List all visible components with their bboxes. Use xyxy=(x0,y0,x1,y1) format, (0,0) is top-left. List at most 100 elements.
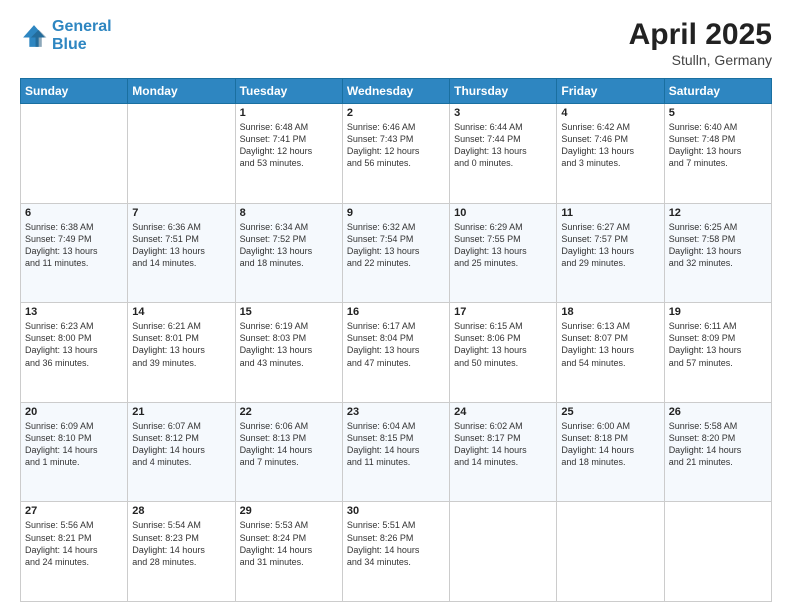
weekday-header-friday: Friday xyxy=(557,79,664,104)
calendar-cell: 23 Sunrise: 6:04 AM Sunset: 8:15 PM Dayli… xyxy=(342,402,449,502)
weekday-header-thursday: Thursday xyxy=(450,79,557,104)
day-number: 6 xyxy=(25,207,123,219)
day-number: 11 xyxy=(561,207,659,219)
day-number: 23 xyxy=(347,406,445,418)
calendar-week-3: 20Sunrise: 6:09 AM Sunset: 8:10 PM Dayli… xyxy=(21,402,772,502)
calendar-cell: 15Sunrise: 6:19 AM Sunset: 8:03 PM Dayli… xyxy=(235,303,342,403)
day-number: 16 xyxy=(347,306,445,318)
calendar-week-4: 27Sunrise: 5:56 AM Sunset: 8:21 PM Dayli… xyxy=(21,502,772,602)
calendar-cell: 10 Sunrise: 6:29 AM Sunset: 7:55 PM Dayli… xyxy=(450,203,557,303)
logo: General Blue xyxy=(20,18,112,53)
calendar-cell: 29Sunrise: 5:53 AM Sunset: 8:24 PM Dayli… xyxy=(235,502,342,602)
calendar-cell: 11 Sunrise: 6:27 AM Sunset: 7:57 PM Dayli… xyxy=(557,203,664,303)
day-number: 26 xyxy=(669,406,767,418)
day-info: Sunrise: 6:04 AM Sunset: 8:15 PM Dayligh… xyxy=(347,420,445,469)
calendar-cell: 13Sunrise: 6:23 AM Sunset: 8:00 PM Dayli… xyxy=(21,303,128,403)
calendar-cell: 8 Sunrise: 6:34 AM Sunset: 7:52 PM Daylig… xyxy=(235,203,342,303)
calendar-cell xyxy=(450,502,557,602)
day-info: Sunrise: 6:09 AM Sunset: 8:10 PM Dayligh… xyxy=(25,420,123,469)
logo-icon xyxy=(20,22,48,50)
day-info: Sunrise: 6:07 AM Sunset: 8:12 PM Dayligh… xyxy=(132,420,230,469)
header: General Blue April 2025 Stulln, Germany xyxy=(20,18,772,68)
day-number: 25 xyxy=(561,406,659,418)
calendar-cell: 7Sunrise: 6:36 AM Sunset: 7:51 PM Daylig… xyxy=(128,203,235,303)
day-number: 4 xyxy=(561,107,659,119)
day-info: Sunrise: 5:58 AM Sunset: 8:20 PM Dayligh… xyxy=(669,420,767,469)
day-number: 7 xyxy=(132,207,230,219)
calendar-cell: 30Sunrise: 5:51 AM Sunset: 8:26 PM Dayli… xyxy=(342,502,449,602)
calendar-cell: 4 Sunrise: 6:42 AM Sunset: 7:46 PM Daylig… xyxy=(557,104,664,204)
calendar-table: SundayMondayTuesdayWednesdayThursdayFrid… xyxy=(20,78,772,602)
day-number: 21 xyxy=(132,406,230,418)
calendar-cell: 25 Sunrise: 6:00 AM Sunset: 8:18 PM Dayli… xyxy=(557,402,664,502)
day-number: 14 xyxy=(132,306,230,318)
calendar-cell: 3 Sunrise: 6:44 AM Sunset: 7:44 PM Daylig… xyxy=(450,104,557,204)
day-info: Sunrise: 5:54 AM Sunset: 8:23 PM Dayligh… xyxy=(132,519,230,568)
calendar-cell: 16 Sunrise: 6:17 AM Sunset: 8:04 PM Dayli… xyxy=(342,303,449,403)
calendar-cell xyxy=(557,502,664,602)
calendar-cell xyxy=(128,104,235,204)
day-info: Sunrise: 6:38 AM Sunset: 7:49 PM Dayligh… xyxy=(25,221,123,270)
day-number: 5 xyxy=(669,107,767,119)
day-number: 2 xyxy=(347,107,445,119)
calendar-cell: 26 Sunrise: 5:58 AM Sunset: 8:20 PM Dayli… xyxy=(664,402,771,502)
calendar-cell: 6 Sunrise: 6:38 AM Sunset: 7:49 PM Daylig… xyxy=(21,203,128,303)
calendar-week-2: 13Sunrise: 6:23 AM Sunset: 8:00 PM Dayli… xyxy=(21,303,772,403)
calendar-week-0: 1Sunrise: 6:48 AM Sunset: 7:41 PM Daylig… xyxy=(21,104,772,204)
day-info: Sunrise: 5:56 AM Sunset: 8:21 PM Dayligh… xyxy=(25,519,123,568)
day-info: Sunrise: 5:53 AM Sunset: 8:24 PM Dayligh… xyxy=(240,519,338,568)
day-info: Sunrise: 6:29 AM Sunset: 7:55 PM Dayligh… xyxy=(454,221,552,270)
logo-blue: Blue xyxy=(52,36,87,53)
day-number: 17 xyxy=(454,306,552,318)
day-info: Sunrise: 6:44 AM Sunset: 7:44 PM Dayligh… xyxy=(454,121,552,170)
day-info: Sunrise: 6:32 AM Sunset: 7:54 PM Dayligh… xyxy=(347,221,445,270)
day-info: Sunrise: 6:17 AM Sunset: 8:04 PM Dayligh… xyxy=(347,320,445,369)
day-number: 9 xyxy=(347,207,445,219)
day-number: 28 xyxy=(132,505,230,517)
day-number: 13 xyxy=(25,306,123,318)
day-info: Sunrise: 6:46 AM Sunset: 7:43 PM Dayligh… xyxy=(347,121,445,170)
calendar-cell: 20Sunrise: 6:09 AM Sunset: 8:10 PM Dayli… xyxy=(21,402,128,502)
calendar-cell: 2 Sunrise: 6:46 AM Sunset: 7:43 PM Daylig… xyxy=(342,104,449,204)
calendar-cell: 1Sunrise: 6:48 AM Sunset: 7:41 PM Daylig… xyxy=(235,104,342,204)
day-number: 3 xyxy=(454,107,552,119)
calendar-cell: 24 Sunrise: 6:02 AM Sunset: 8:17 PM Dayli… xyxy=(450,402,557,502)
calendar-cell: 5Sunrise: 6:40 AM Sunset: 7:48 PM Daylig… xyxy=(664,104,771,204)
day-info: Sunrise: 6:06 AM Sunset: 8:13 PM Dayligh… xyxy=(240,420,338,469)
day-info: Sunrise: 6:02 AM Sunset: 8:17 PM Dayligh… xyxy=(454,420,552,469)
day-info: Sunrise: 6:27 AM Sunset: 7:57 PM Dayligh… xyxy=(561,221,659,270)
calendar-header-row: SundayMondayTuesdayWednesdayThursdayFrid… xyxy=(21,79,772,104)
logo-general: General xyxy=(52,18,112,35)
weekday-header-saturday: Saturday xyxy=(664,79,771,104)
day-info: Sunrise: 6:34 AM Sunset: 7:52 PM Dayligh… xyxy=(240,221,338,270)
title-block: April 2025 Stulln, Germany xyxy=(629,18,772,68)
day-info: Sunrise: 6:00 AM Sunset: 8:18 PM Dayligh… xyxy=(561,420,659,469)
day-number: 24 xyxy=(454,406,552,418)
day-number: 1 xyxy=(240,107,338,119)
weekday-header-wednesday: Wednesday xyxy=(342,79,449,104)
calendar-cell: 19Sunrise: 6:11 AM Sunset: 8:09 PM Dayli… xyxy=(664,303,771,403)
calendar-cell: 14 Sunrise: 6:21 AM Sunset: 8:01 PM Dayli… xyxy=(128,303,235,403)
day-info: Sunrise: 6:11 AM Sunset: 8:09 PM Dayligh… xyxy=(669,320,767,369)
calendar-cell: 18Sunrise: 6:13 AM Sunset: 8:07 PM Dayli… xyxy=(557,303,664,403)
calendar-week-1: 6 Sunrise: 6:38 AM Sunset: 7:49 PM Daylig… xyxy=(21,203,772,303)
page: General Blue April 2025 Stulln, Germany … xyxy=(0,0,792,612)
day-info: Sunrise: 6:25 AM Sunset: 7:58 PM Dayligh… xyxy=(669,221,767,270)
day-number: 12 xyxy=(669,207,767,219)
day-number: 8 xyxy=(240,207,338,219)
day-number: 22 xyxy=(240,406,338,418)
calendar-cell: 22 Sunrise: 6:06 AM Sunset: 8:13 PM Dayli… xyxy=(235,402,342,502)
calendar-cell: 21 Sunrise: 6:07 AM Sunset: 8:12 PM Dayli… xyxy=(128,402,235,502)
calendar-cell xyxy=(21,104,128,204)
calendar-cell: 12 Sunrise: 6:25 AM Sunset: 7:58 PM Dayli… xyxy=(664,203,771,303)
day-info: Sunrise: 6:42 AM Sunset: 7:46 PM Dayligh… xyxy=(561,121,659,170)
day-info: Sunrise: 6:19 AM Sunset: 8:03 PM Dayligh… xyxy=(240,320,338,369)
location: Stulln, Germany xyxy=(629,52,772,68)
day-number: 10 xyxy=(454,207,552,219)
day-info: Sunrise: 6:13 AM Sunset: 8:07 PM Dayligh… xyxy=(561,320,659,369)
logo-text: General Blue xyxy=(52,18,112,53)
calendar-cell: 9 Sunrise: 6:32 AM Sunset: 7:54 PM Daylig… xyxy=(342,203,449,303)
day-info: Sunrise: 5:51 AM Sunset: 8:26 PM Dayligh… xyxy=(347,519,445,568)
day-info: Sunrise: 6:21 AM Sunset: 8:01 PM Dayligh… xyxy=(132,320,230,369)
calendar-cell: 28 Sunrise: 5:54 AM Sunset: 8:23 PM Dayli… xyxy=(128,502,235,602)
